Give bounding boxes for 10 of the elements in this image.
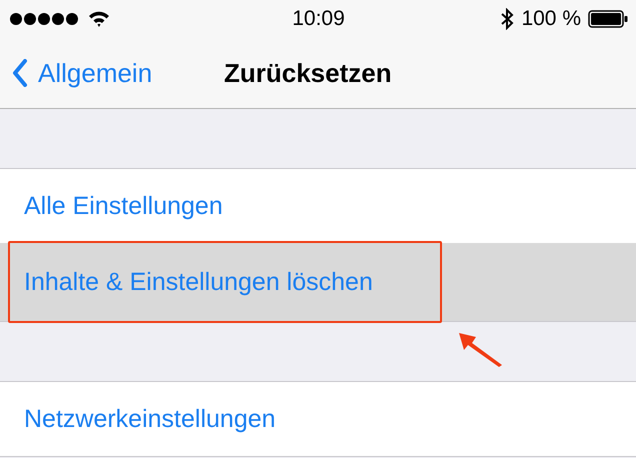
bluetooth-icon [500, 8, 514, 30]
signal-icon [9, 12, 81, 26]
page-title: Zurücksetzen [224, 58, 392, 88]
arrow-icon [458, 331, 504, 367]
battery-percent: 100 % [521, 7, 581, 31]
clock-time: 10:09 [292, 7, 345, 31]
back-chevron-icon [12, 59, 28, 87]
wifi-icon [88, 10, 110, 28]
back-button[interactable]: Allgemein [0, 58, 152, 88]
battery-icon [588, 10, 628, 28]
